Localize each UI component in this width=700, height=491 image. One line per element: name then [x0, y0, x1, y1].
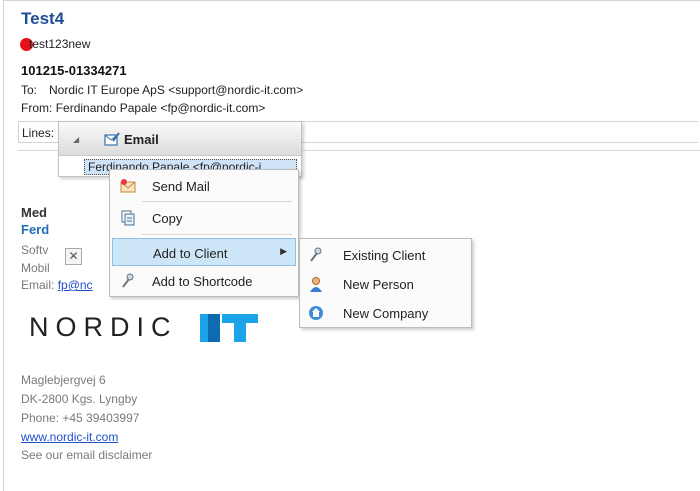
submenu-item-new-person[interactable]: New Person [302, 270, 469, 298]
submenu-arrow-icon: ▶ [280, 246, 287, 256]
email-link[interactable]: fp@nc [58, 278, 93, 292]
menu-label-send-mail: Send Mail [152, 179, 210, 194]
collapse-arrow-icon[interactable]: ◢ [73, 135, 79, 144]
copy-icon [121, 210, 135, 226]
menu-label-add-to-client: Add to Client [153, 246, 228, 261]
message-title: Test4 [21, 9, 65, 28]
context-menu: Send Mail Copy Add to Client ▶ Add to Sh… [109, 169, 299, 297]
menu-item-add-to-client[interactable]: Add to Client ▶ [112, 238, 296, 266]
close-button[interactable]: ✕ [65, 248, 82, 265]
address-line-1: Maglebjergvej 6 [21, 373, 106, 387]
category-label: test123new [29, 37, 91, 51]
menu-item-copy[interactable]: Copy [112, 204, 296, 232]
address-line-2: DK-2800 Kgs. Lyngby [21, 392, 138, 406]
to-line: To: Nordic IT Europe ApS <support@nordic-… [21, 83, 303, 97]
signature-title: Softv [21, 243, 49, 257]
menu-label-add-to-shortcode: Add to Shortcode [152, 274, 253, 289]
signature-line-1: Med [21, 205, 47, 220]
existing-client-icon [310, 247, 322, 262]
email-panel-title: Email [124, 132, 159, 147]
from-value: Ferdinando Papale <fp@nordic-it.com> [55, 101, 266, 115]
menu-item-add-to-shortcode[interactable]: Add to Shortcode [112, 267, 296, 295]
from-label: From: [21, 101, 53, 115]
add-to-client-submenu: Existing Client New Person New Company [299, 238, 472, 328]
email-edit-icon [104, 132, 120, 146]
new-company-icon [309, 306, 323, 320]
signature-mobile: Mobil [21, 261, 50, 275]
case-number: 101215-01334271 [21, 63, 127, 78]
email-label: Email: [21, 278, 55, 292]
nordic-it-logo-icon [200, 314, 258, 342]
signature-email-line: Email: fp@nc [21, 278, 93, 292]
menu-item-send-mail[interactable]: Send Mail [112, 172, 296, 200]
submenu-label-new-person: New Person [343, 277, 414, 292]
submenu-item-existing-client[interactable]: Existing Client [302, 241, 469, 269]
submenu-label-existing-client: Existing Client [343, 248, 426, 263]
to-label: To: [21, 83, 38, 97]
signature-name: Ferd [21, 222, 50, 237]
nordic-logo-text: NORDIC [29, 312, 178, 342]
from-line: From: Ferdinando Papale <fp@nordic-it.co… [21, 101, 265, 115]
website-link[interactable]: www.nordic-it.com [21, 430, 118, 444]
menu-separator [142, 201, 292, 202]
to-value: Nordic IT Europe ApS <support@nordic-it.… [49, 83, 304, 97]
submenu-item-new-company[interactable]: New Company [302, 299, 469, 327]
phone-line: Phone: +45 39403997 [21, 411, 140, 425]
new-person-icon [310, 277, 322, 292]
send-mail-icon [120, 179, 136, 193]
shortcode-icon [122, 273, 134, 288]
lines-label: Lines: [22, 126, 55, 140]
email-panel-header[interactable]: ◢ Email [59, 122, 301, 156]
menu-separator [142, 234, 292, 235]
disclaimer-link[interactable]: See our email disclaimer [21, 448, 152, 462]
submenu-label-new-company: New Company [343, 306, 429, 321]
menu-label-copy: Copy [152, 211, 183, 226]
